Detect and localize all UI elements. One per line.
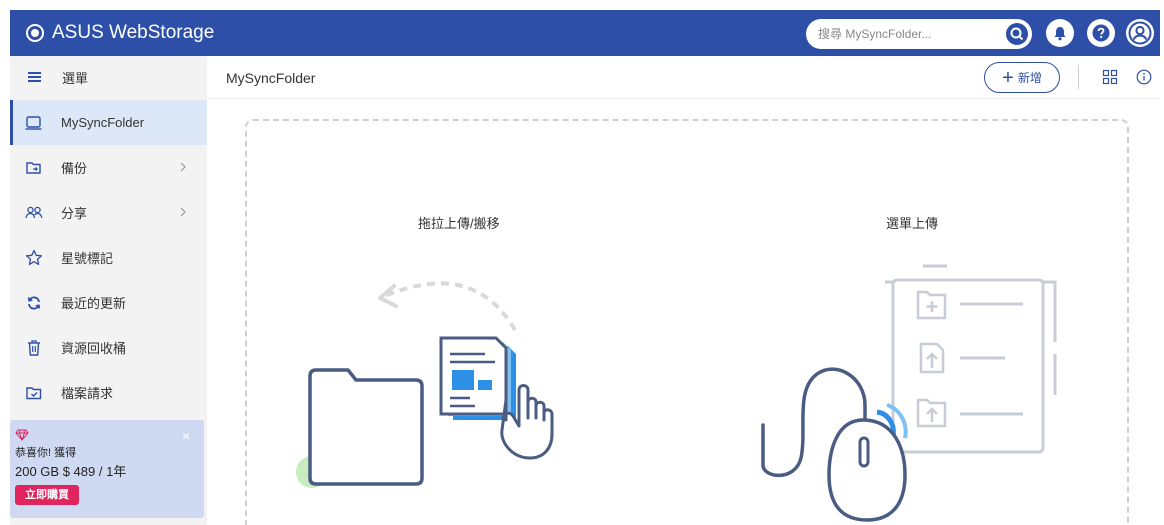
promo-card: × 恭喜你! 獲得 200 GB $ 489 / 1年 立即購買 bbox=[10, 420, 204, 518]
new-button-label: 新增 bbox=[1017, 71, 1042, 85]
sidebar-item-trash[interactable]: 資源回收桶 bbox=[10, 325, 207, 370]
computer-icon bbox=[24, 113, 44, 133]
sidebar-item-mysyncfolder[interactable]: MySyncFolder bbox=[10, 100, 207, 145]
diamond-icon bbox=[15, 428, 29, 441]
drag-upload-label: 拖拉上傳/搬移 bbox=[418, 216, 500, 231]
hamburger-icon bbox=[28, 72, 41, 82]
search-box bbox=[806, 19, 1032, 49]
user-icon[interactable] bbox=[1126, 19, 1154, 47]
sidebar-item-label: 資源回收桶 bbox=[61, 341, 127, 356]
info-icon[interactable] bbox=[1136, 69, 1152, 85]
promo-offer: 200 GB $ 489 / 1年 bbox=[15, 464, 127, 479]
sidebar-item-file-request[interactable]: 檔案請求 bbox=[10, 370, 207, 415]
search-input[interactable] bbox=[818, 25, 998, 43]
sidebar-item-starred[interactable]: 星號標記 bbox=[10, 235, 207, 280]
sidebar-item-label: 最近的更新 bbox=[61, 296, 127, 311]
help-icon[interactable] bbox=[1087, 19, 1115, 47]
sidebar-item-label: 星號標記 bbox=[61, 251, 114, 266]
people-icon bbox=[24, 203, 44, 223]
sidebar-item-recent[interactable]: 最近的更新 bbox=[10, 280, 207, 325]
drag-drop-illustration bbox=[296, 281, 554, 488]
page-title: MySyncFolder bbox=[226, 70, 316, 86]
refresh-icon bbox=[24, 293, 44, 313]
promo-close-button[interactable]: × bbox=[182, 428, 190, 444]
menu-upload-label: 選單上傳 bbox=[886, 216, 939, 231]
bell-icon[interactable] bbox=[1046, 19, 1074, 47]
menu-toggle[interactable]: 選單 bbox=[10, 56, 207, 98]
sidebar-item-share[interactable]: 分享 bbox=[10, 190, 207, 235]
plus-icon: + bbox=[1002, 66, 1014, 89]
search-icon[interactable] bbox=[1006, 23, 1028, 45]
buy-now-button[interactable]: 立即購買 bbox=[15, 485, 79, 505]
chevron-right-icon bbox=[178, 205, 188, 219]
brand-name: ASUS WebStorage bbox=[52, 22, 215, 43]
sidebar-item-label: 檔案請求 bbox=[61, 386, 114, 401]
file-request-icon bbox=[24, 383, 44, 403]
asus-logo-icon bbox=[26, 24, 44, 42]
sidebar-item-label: MySyncFolder bbox=[61, 115, 145, 130]
sidebar-item-label: 分享 bbox=[61, 206, 88, 221]
content-header: MySyncFolder + 新增 bbox=[207, 56, 1160, 99]
star-icon bbox=[24, 248, 44, 268]
new-button[interactable]: + 新增 bbox=[984, 62, 1060, 93]
chevron-right-icon bbox=[178, 160, 188, 174]
top-bar: ASUS WebStorage bbox=[10, 10, 1160, 56]
sidebar: 選單 MySyncFolder 備份 分享 星號標記 最近的更新 資源回收桶 檔… bbox=[10, 56, 207, 525]
promo-message: 恭喜你! 獲得 bbox=[15, 447, 77, 459]
brand[interactable]: ASUS WebStorage bbox=[26, 10, 214, 56]
grid-view-icon[interactable] bbox=[1102, 69, 1118, 85]
menu-upload-illustration bbox=[761, 264, 1057, 522]
sidebar-item-label: 備份 bbox=[61, 161, 88, 176]
trash-icon bbox=[24, 338, 44, 358]
sidebar-item-backup[interactable]: 備份 bbox=[10, 145, 207, 190]
backup-folder-icon bbox=[24, 158, 44, 178]
divider bbox=[1078, 65, 1079, 89]
menu-label: 選單 bbox=[62, 70, 89, 86]
